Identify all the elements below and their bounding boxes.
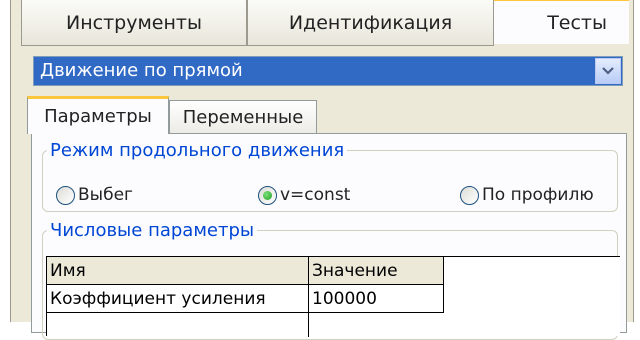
tab-label: Параметры [44,106,152,127]
radio-coast[interactable]: Выбег [56,185,133,205]
params-grid[interactable]: Имя Значение Коэффициент усиления 100000 [46,256,620,337]
tab-label: Инструменты [66,11,202,34]
radio-by-profile[interactable]: По профилю [460,185,594,205]
test-select-value: Движение по прямой [40,60,243,81]
tab-identification[interactable]: Идентификация [247,0,494,46]
parameters-page: Режим продольного движения Выбег v=const… [31,133,627,340]
radio-v-const[interactable]: v=const [258,185,350,205]
radio-selected-dot [263,190,272,200]
column-header-name[interactable]: Имя [47,257,309,285]
motion-mode-legend: Режим продольного движения [50,140,345,161]
tab-label: Тесты [547,11,607,34]
tab-label: Идентификация [288,11,453,34]
tab-instruments[interactable]: Инструменты [21,0,247,46]
numeric-params-legend: Числовые параметры [50,220,255,241]
param-value-cell[interactable]: 100000 [309,285,444,313]
tests-panel: Инструменты Идентификация Тесты Движение… [10,0,634,340]
radio-button[interactable] [258,185,277,205]
radio-button[interactable] [56,185,75,205]
radio-button[interactable] [460,185,479,205]
radio-label: Выбег [78,185,133,205]
chevron-down-icon [602,67,614,75]
column-header-value[interactable]: Значение [309,257,444,285]
tab-parameters[interactable]: Параметры [27,96,169,134]
tab-tests[interactable]: Тесты [494,0,629,44]
radio-label: v=const [280,185,351,205]
table-row [47,313,309,337]
test-select[interactable]: Движение по прямой [33,56,623,86]
radio-label: По профилю [482,185,594,205]
param-name-cell[interactable]: Коэффициент усиления [47,285,309,313]
tab-label: Переменные [182,107,304,128]
tab-variables[interactable]: Переменные [169,100,317,134]
dropdown-button[interactable] [595,58,621,84]
